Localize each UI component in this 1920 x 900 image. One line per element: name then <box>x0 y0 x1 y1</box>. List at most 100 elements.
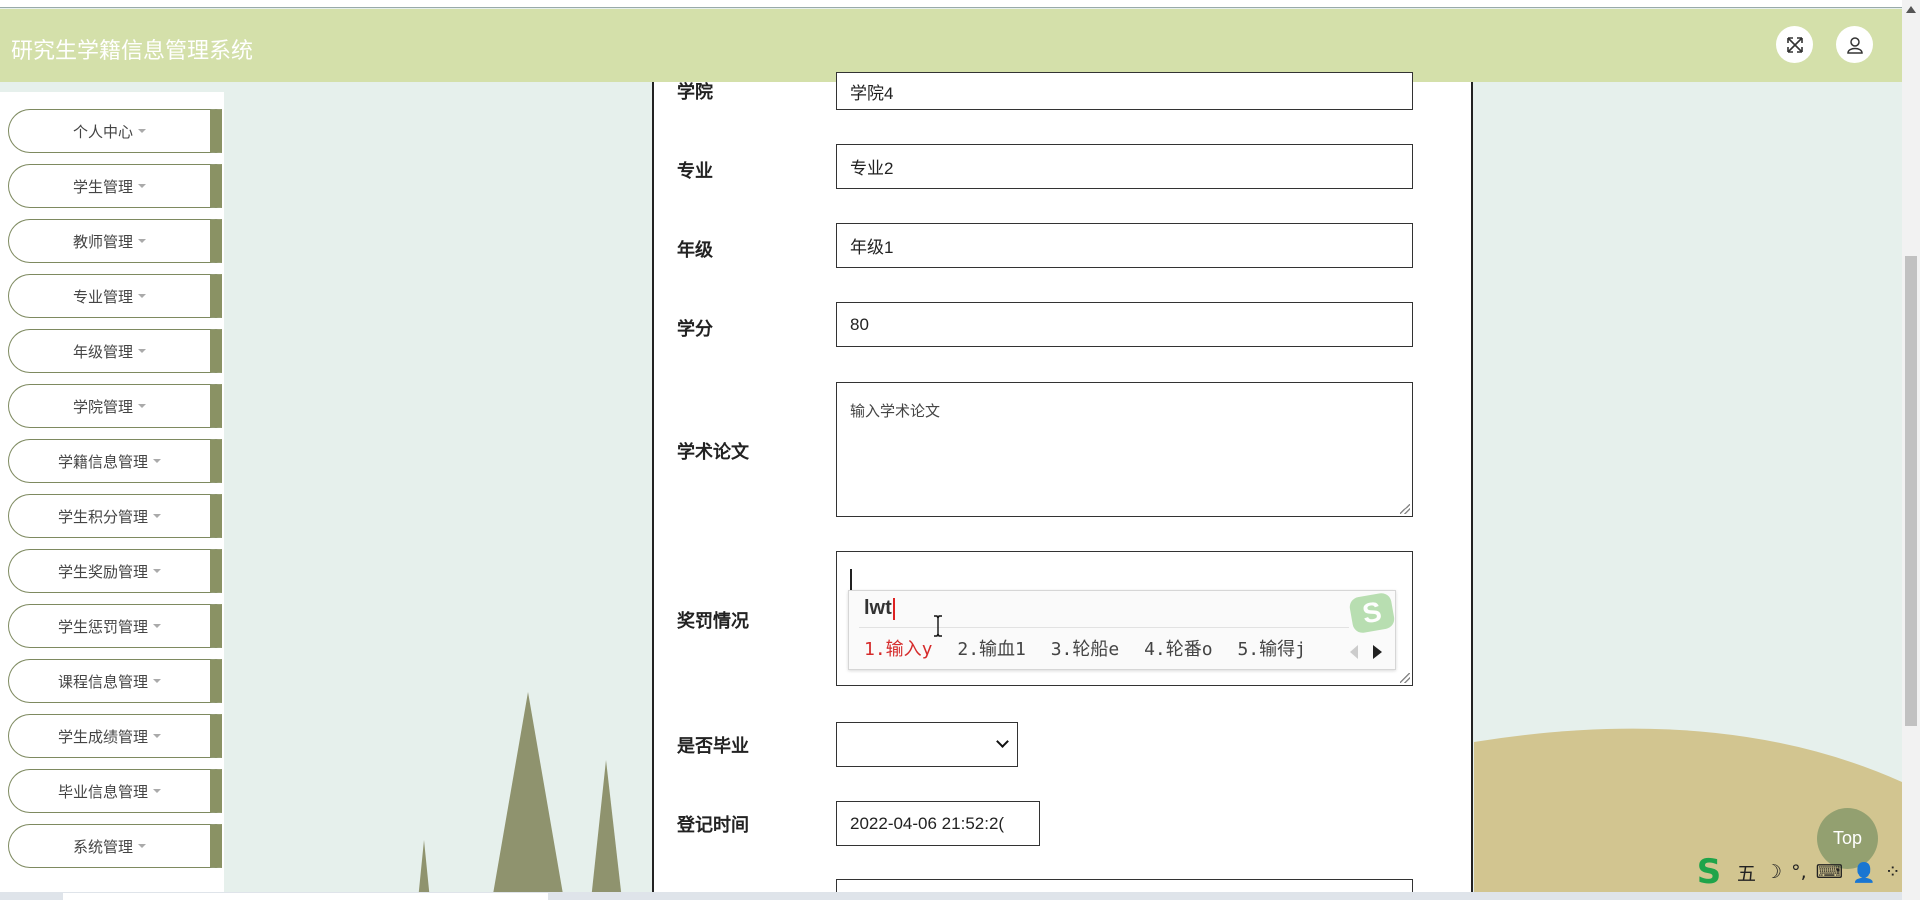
sidebar-item-label: 毕业信息管理 <box>57 783 148 801</box>
sidebar-item-courses[interactable]: 课程信息管理 <box>8 659 222 703</box>
wubi-mode-icon[interactable]: 五 <box>1737 859 1756 886</box>
sogou-logo-icon: S <box>1348 591 1396 635</box>
half-width-moon-icon[interactable]: ☽ <box>1765 861 1782 883</box>
graduated-label: 是否毕业 <box>677 736 749 756</box>
ime-composition-text: lwt <box>864 597 892 619</box>
form-panel: 学院 学院4 专业 专业2 年级 年级1 学分 80 学术论文 输入学术论文 奖… <box>652 72 1473 900</box>
top-label: Top <box>1832 828 1863 848</box>
rewards-label: 奖罚情况 <box>677 611 749 631</box>
sidebar-item-label: 学生积分管理 <box>57 508 148 526</box>
keyboard-icon[interactable]: ⌨ <box>1816 861 1843 883</box>
ime-toolbar: S 五 ☽ °, ⌨ 👤 ⁘ <box>1690 852 1902 892</box>
register-time-input[interactable]: 2022-04-06 21:52:2( <box>836 801 1040 846</box>
sidebar-item-grades[interactable]: 年级管理 <box>8 329 222 373</box>
sidebar-item-label: 系统管理 <box>72 838 133 856</box>
credits-input[interactable]: 80 <box>836 302 1413 347</box>
sidebar-item-students[interactable]: 学生管理 <box>8 164 222 208</box>
caret-down-icon <box>153 789 161 793</box>
next-page-icon[interactable] <box>1373 645 1382 659</box>
grade-input[interactable]: 年级1 <box>836 223 1413 268</box>
caret-down-icon <box>138 184 146 188</box>
text-cursor <box>850 569 852 591</box>
sidebar-item-label: 教师管理 <box>72 233 133 251</box>
college-value: 学院4 <box>850 83 894 103</box>
college-label: 学院 <box>677 82 713 102</box>
sogou-s-icon[interactable]: S <box>1690 852 1728 892</box>
register-time-value: 2022-04-06 21:52:2( <box>850 813 1005 833</box>
register-time-label: 登记时间 <box>677 815 749 835</box>
sidebar-item-points[interactable]: 学生积分管理 <box>8 494 222 538</box>
major-input[interactable]: 专业2 <box>836 144 1413 189</box>
sidebar: 个人中心 学生管理 教师管理 专业管理 年级管理 学院管理 学籍信息管理 学生积… <box>0 92 224 900</box>
caret-down-icon <box>138 349 146 353</box>
punctuation-icon[interactable]: °, <box>1791 861 1807 883</box>
resize-handle-icon[interactable] <box>1400 504 1410 514</box>
paper-textarea[interactable]: 输入学术论文 <box>836 382 1413 517</box>
ime-candidates: 1.输入y 2.输血1 3.轮船e 4.轮番o 5.输得j <box>864 635 1320 661</box>
caret-down-icon <box>153 514 161 518</box>
text-cursor-icon <box>934 615 942 637</box>
caret-down-icon <box>153 624 161 628</box>
chevron-down-icon <box>996 735 1009 748</box>
caret-down-icon <box>138 404 146 408</box>
sidebar-item-label: 课程信息管理 <box>57 673 148 691</box>
caret-down-icon <box>153 679 161 683</box>
sidebar-item-colleges[interactable]: 学院管理 <box>8 384 222 428</box>
sidebar-item-label: 个人中心 <box>72 123 133 141</box>
sidebar-item-personal-center[interactable]: 个人中心 <box>8 109 222 153</box>
resize-handle-icon[interactable] <box>1400 673 1410 683</box>
user-icon <box>1846 36 1863 54</box>
fullscreen-button[interactable] <box>1776 26 1813 63</box>
more-tools-icon[interactable]: ⁘ <box>1885 861 1901 883</box>
user-account-icon[interactable]: 👤 <box>1852 861 1876 884</box>
sidebar-item-enrollment[interactable]: 学籍信息管理 <box>8 439 222 483</box>
caret-down-icon <box>153 459 161 463</box>
horizontal-scrollbar[interactable] <box>0 892 1902 900</box>
caret-down-icon <box>153 569 161 573</box>
sidebar-item-teachers[interactable]: 教师管理 <box>8 219 222 263</box>
sidebar-item-label: 专业管理 <box>72 288 133 306</box>
paper-placeholder: 输入学术论文 <box>850 403 941 420</box>
caret-down-icon <box>138 129 146 133</box>
prev-page-icon[interactable] <box>1350 645 1358 659</box>
ime-candidate[interactable]: 3.轮船e <box>1051 639 1120 660</box>
credits-label: 学分 <box>677 319 713 339</box>
ime-candidate[interactable]: 2.输血1 <box>957 639 1026 660</box>
ime-candidate[interactable]: 5.输得j <box>1237 639 1306 660</box>
scroll-up-arrow-icon[interactable] <box>1906 6 1916 13</box>
ime-candidate[interactable]: 4.轮番o <box>1144 639 1213 660</box>
sidebar-item-label: 学生成绩管理 <box>57 728 148 746</box>
sidebar-item-label: 学生奖励管理 <box>57 563 148 581</box>
sidebar-item-majors[interactable]: 专业管理 <box>8 274 222 318</box>
expand-arrows-icon <box>1786 36 1803 53</box>
ime-composition: lwt <box>864 597 895 620</box>
sidebar-item-rewards[interactable]: 学生奖励管理 <box>8 549 222 593</box>
app-title: 研究生学籍信息管理系统 <box>11 38 254 63</box>
caret-down-icon <box>138 844 146 848</box>
major-label: 专业 <box>677 161 713 181</box>
major-value: 专业2 <box>850 159 894 178</box>
sidebar-item-scores[interactable]: 学生成绩管理 <box>8 714 222 758</box>
vertical-scrollbar[interactable] <box>1902 0 1920 900</box>
sidebar-item-label: 学生惩罚管理 <box>57 618 148 636</box>
grade-value: 年级1 <box>850 238 894 257</box>
sidebar-item-label: 年级管理 <box>72 343 133 361</box>
paper-label: 学术论文 <box>677 442 749 462</box>
scrollbar-thumb[interactable] <box>1905 256 1917 726</box>
credits-value: 80 <box>850 314 869 334</box>
sidebar-item-punishments[interactable]: 学生惩罚管理 <box>8 604 222 648</box>
caret-down-icon <box>138 239 146 243</box>
college-input[interactable]: 学院4 <box>836 72 1413 110</box>
user-button[interactable] <box>1836 26 1873 63</box>
ime-candidate[interactable]: 1.输入y <box>864 639 933 660</box>
sidebar-item-system[interactable]: 系统管理 <box>8 824 222 868</box>
caret-down-icon <box>153 734 161 738</box>
sidebar-item-graduation[interactable]: 毕业信息管理 <box>8 769 222 813</box>
sidebar-item-label: 学院管理 <box>72 398 133 416</box>
grade-label: 年级 <box>677 240 713 260</box>
graduated-select[interactable] <box>836 722 1018 767</box>
browser-top-strip <box>0 0 1920 8</box>
caret-down-icon <box>138 294 146 298</box>
ime-caret <box>892 597 895 620</box>
horizontal-scrollbar-thumb[interactable] <box>63 893 548 900</box>
